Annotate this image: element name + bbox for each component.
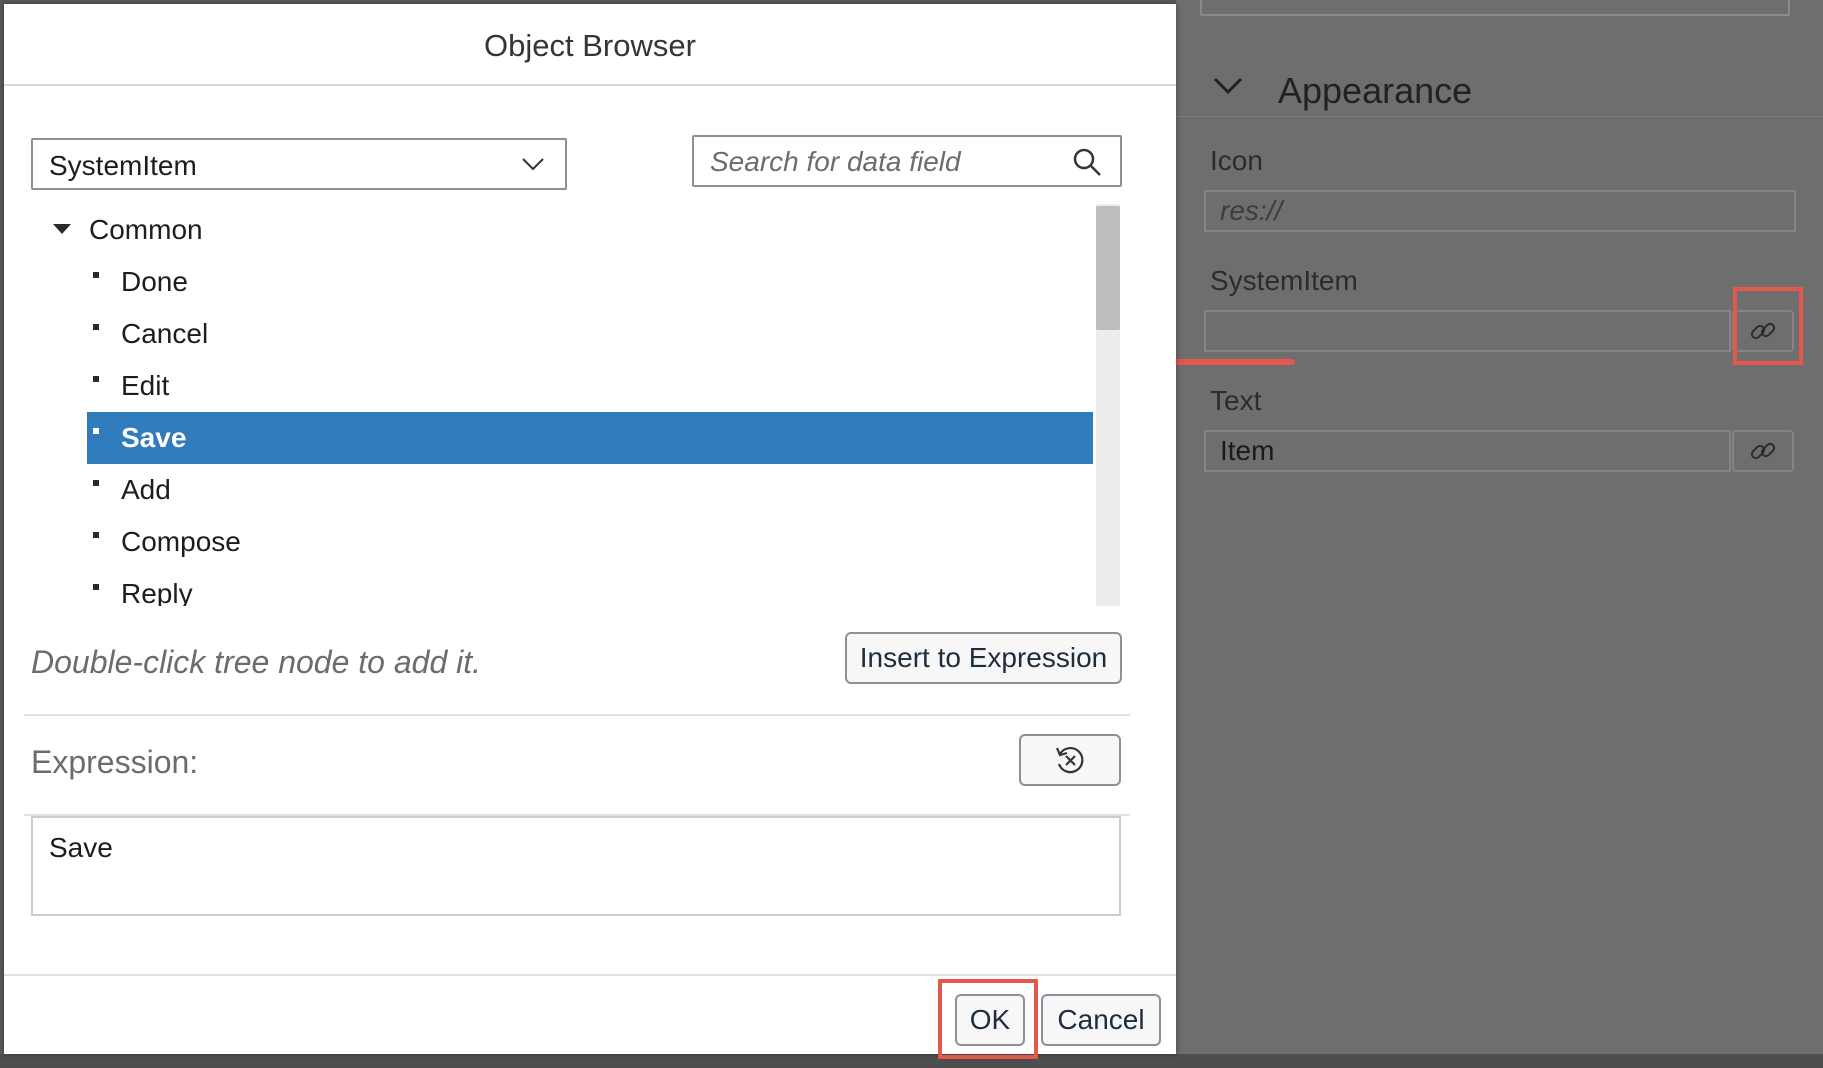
tree-item-label: Reply xyxy=(121,578,193,606)
type-select-value: SystemItem xyxy=(49,150,197,181)
search-field[interactable] xyxy=(692,135,1122,187)
systemitem-bind-highlight xyxy=(1733,287,1803,365)
text-input[interactable]: Item xyxy=(1204,430,1731,472)
properties-panel: Appearance Icon res:// SystemItem Text I… xyxy=(1176,0,1823,1068)
data-tree: Common Done Cancel Edit Save Add Compose xyxy=(31,204,1095,606)
icon-input[interactable]: res:// xyxy=(1204,190,1796,232)
bullet-icon xyxy=(93,480,99,486)
chevron-down-icon xyxy=(522,158,544,171)
tree-item[interactable]: Compose xyxy=(31,516,1091,568)
tree-node-common[interactable]: Common xyxy=(31,204,1091,256)
top-field-edge xyxy=(1200,0,1790,16)
section-title: Appearance xyxy=(1278,70,1473,111)
tree-item-label: Cancel xyxy=(121,318,209,349)
appearance-section-header[interactable]: Appearance xyxy=(1176,24,1823,117)
ok-button-highlight xyxy=(938,979,1038,1059)
hint-text: Double-click tree node to add it. xyxy=(31,644,482,680)
scrollbar-thumb[interactable] xyxy=(1096,206,1120,330)
tree-item[interactable]: Add xyxy=(31,464,1091,516)
text-bind-button[interactable] xyxy=(1732,430,1794,472)
tree-item[interactable]: Edit xyxy=(31,360,1091,412)
bottom-strip xyxy=(0,1054,1823,1068)
text-label: Text xyxy=(1210,385,1262,416)
tree-item-label: Compose xyxy=(121,526,241,557)
dialog-title: Object Browser xyxy=(4,4,1176,86)
bullet-icon xyxy=(93,428,99,434)
expression-value: Save xyxy=(49,832,113,863)
tree-item-label: Save xyxy=(121,422,187,453)
caret-down-icon[interactable] xyxy=(53,224,71,234)
expression-label: Expression: xyxy=(31,744,199,780)
systemitem-label: SystemItem xyxy=(1210,265,1358,296)
divider xyxy=(24,714,1130,716)
tree-scrollbar[interactable] xyxy=(1096,204,1120,606)
bullet-icon xyxy=(93,532,99,538)
tree-item[interactable]: Cancel xyxy=(31,308,1091,360)
cancel-button[interactable]: Cancel xyxy=(1041,994,1161,1046)
bullet-icon xyxy=(93,324,99,330)
tree-item[interactable]: Reply xyxy=(31,568,1091,606)
tree-node-label: Common xyxy=(89,214,203,245)
type-select[interactable]: SystemItem xyxy=(31,138,567,190)
clear-expression-button[interactable] xyxy=(1019,734,1121,786)
tree-item-selected[interactable]: Save xyxy=(87,412,1093,464)
search-icon[interactable] xyxy=(1072,147,1102,177)
tree-item-label: Edit xyxy=(121,370,170,401)
bullet-icon xyxy=(93,584,99,590)
tree-item-label: Done xyxy=(121,266,188,297)
search-input[interactable] xyxy=(708,143,1062,181)
link-icon xyxy=(1750,442,1776,460)
tree-item-label: Add xyxy=(121,474,171,505)
expression-textarea[interactable]: Save xyxy=(31,816,1121,916)
tree-item[interactable]: Done xyxy=(31,256,1091,308)
icon-label: Icon xyxy=(1210,145,1263,176)
object-browser-dialog: Object Browser SystemItem Common Done Ca… xyxy=(4,4,1176,1059)
insert-to-expression-button[interactable]: Insert to Expression xyxy=(845,632,1122,684)
bullet-icon xyxy=(93,272,99,278)
footer-divider xyxy=(4,974,1176,976)
bullet-icon xyxy=(93,376,99,382)
reset-icon xyxy=(1055,747,1084,774)
chevron-down-icon xyxy=(1213,77,1243,95)
